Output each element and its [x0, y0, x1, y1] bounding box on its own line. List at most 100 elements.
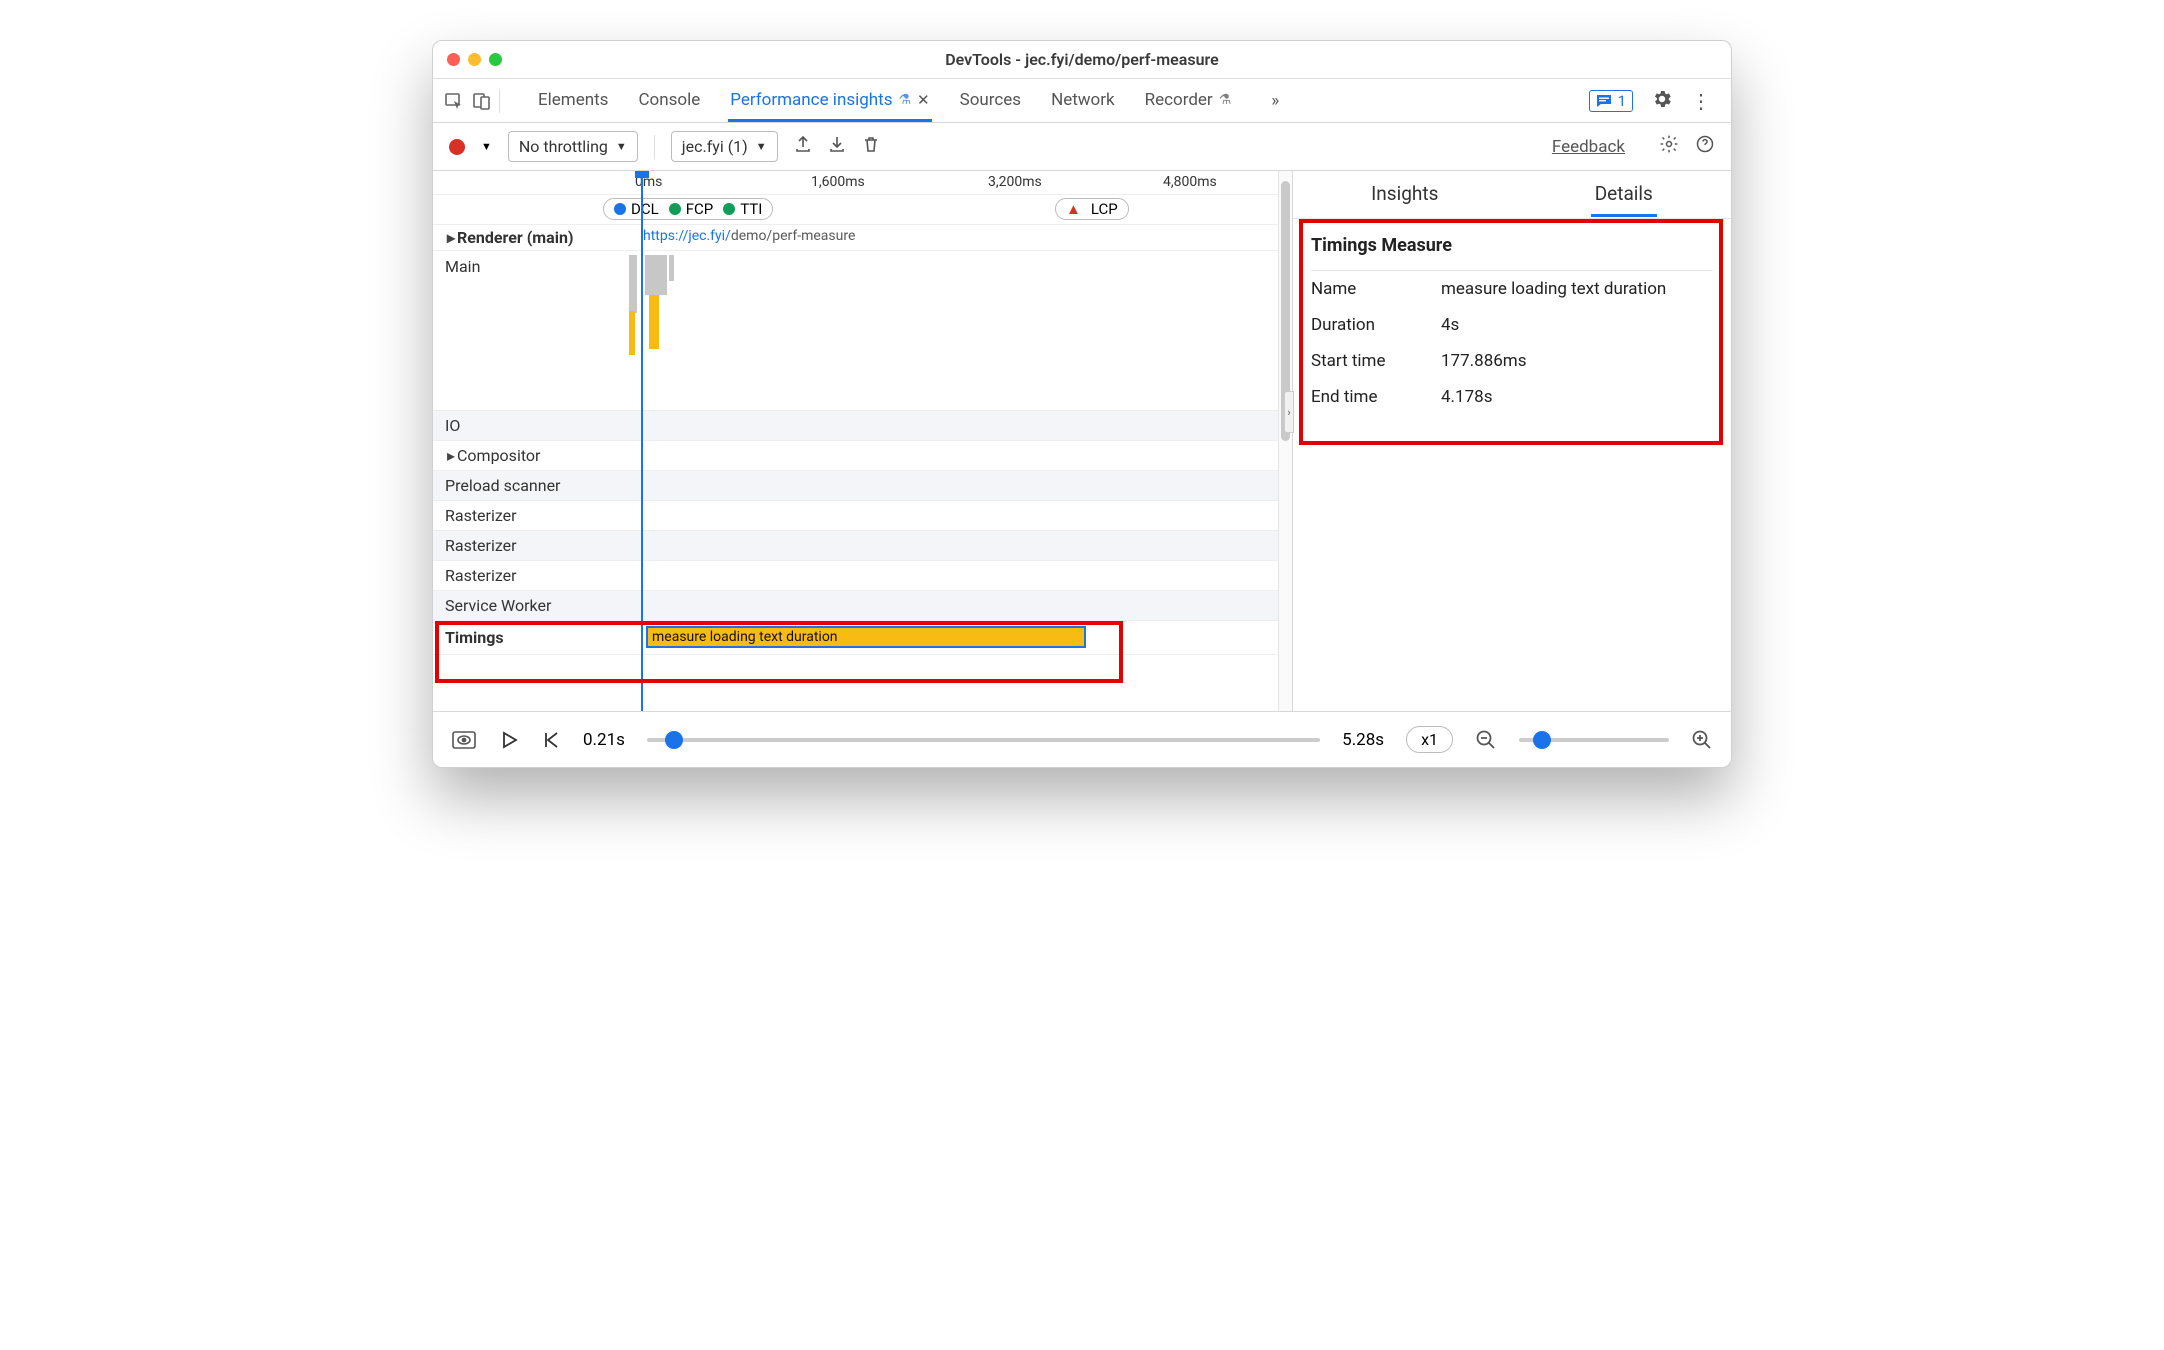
flask-icon: ⚗︎	[898, 92, 911, 108]
track-rasterizer-label: Rasterizer	[433, 536, 517, 555]
collapse-panel-handle[interactable]: ›	[1284, 391, 1294, 433]
tabbar-right: 1 ⋮	[1589, 88, 1721, 114]
main-area: 0ms 1,600ms 3,200ms 4,800ms DCL FCP TTI …	[433, 171, 1731, 711]
track-main-label: Main	[433, 257, 480, 276]
playback-slider[interactable]	[647, 738, 1320, 742]
panel-tabs: Elements Console Performance insights ⚗︎…	[536, 80, 1279, 122]
feedback-link[interactable]: Feedback	[1552, 137, 1625, 157]
zoom-knob[interactable]	[1533, 731, 1551, 749]
delete-icon[interactable]	[862, 135, 880, 158]
detail-key: End time	[1311, 387, 1421, 407]
toggle-overlay-icon[interactable]	[451, 730, 477, 750]
kebab-menu-icon[interactable]: ⋮	[1691, 89, 1711, 113]
issues-count: 1	[1618, 92, 1626, 110]
window-title: DevTools - jec.fyi/demo/perf-measure	[433, 50, 1731, 69]
tab-network[interactable]: Network	[1049, 80, 1117, 122]
zoom-in-icon[interactable]	[1691, 729, 1713, 751]
flask-icon: ⚗︎	[1219, 92, 1232, 108]
tab-recorder-label: Recorder	[1145, 90, 1213, 110]
zoom-slider[interactable]	[1519, 738, 1669, 742]
track-renderer[interactable]: ▸Renderer (main) https://jec.fyi/demo/pe…	[433, 225, 1292, 251]
vertical-scrollbar[interactable]	[1278, 171, 1292, 711]
details-content: Timings Measure Namemeasure loading text…	[1293, 219, 1731, 431]
record-menu-icon[interactable]: ▼	[481, 140, 492, 153]
help-icon[interactable]	[1695, 134, 1715, 159]
markers-pill-dcl-fcp-tti[interactable]: DCL FCP TTI	[603, 198, 773, 220]
ruler-tick: 4,800ms	[1163, 174, 1217, 190]
panel-tabbar: Elements Console Performance insights ⚗︎…	[433, 79, 1731, 123]
track-compositor[interactable]: ▸Compositor	[433, 441, 1292, 471]
time-ruler[interactable]: 0ms 1,600ms 3,200ms 4,800ms	[433, 171, 1292, 195]
track-rasterizer-3[interactable]: Rasterizer	[433, 561, 1292, 591]
expand-icon[interactable]: ▸	[445, 446, 457, 465]
tracks: ▸Renderer (main) https://jec.fyi/demo/pe…	[433, 225, 1292, 655]
issues-badge[interactable]: 1	[1589, 90, 1633, 112]
tab-insights[interactable]: Insights	[1367, 172, 1442, 217]
chat-icon	[1596, 94, 1612, 108]
close-tab-icon[interactable]: ✕	[917, 91, 930, 109]
detail-value: 4s	[1441, 315, 1459, 335]
marker-pill-lcp[interactable]: ▲ LCP	[1055, 198, 1129, 220]
track-preload-label: Preload scanner	[433, 476, 560, 495]
warning-triangle-icon: ▲	[1066, 200, 1081, 218]
details-panel: › Insights Details Timings Measure Namem…	[1293, 171, 1731, 711]
throttling-select[interactable]: No throttling ▼	[508, 131, 638, 162]
detail-value: measure loading text duration	[1441, 279, 1666, 299]
track-main[interactable]: Main	[433, 251, 1292, 411]
tab-sources[interactable]: Sources	[958, 80, 1023, 122]
track-rasterizer-2[interactable]: Rasterizer	[433, 531, 1292, 561]
detail-key: Name	[1311, 279, 1421, 299]
recording-select[interactable]: jec.fyi (1) ▼	[671, 131, 778, 162]
playhead[interactable]	[641, 171, 643, 711]
tab-performance-insights-label: Performance insights	[730, 90, 892, 110]
marker-dcl: DCL	[631, 200, 659, 218]
marker-lcp: LCP	[1091, 200, 1118, 218]
panel-settings-icon[interactable]	[1659, 134, 1679, 159]
playback-start-time: 0.21s	[583, 730, 625, 750]
export-icon[interactable]	[794, 135, 812, 158]
record-button[interactable]	[449, 139, 465, 155]
tab-performance-insights[interactable]: Performance insights ⚗︎ ✕	[728, 80, 931, 122]
track-service-worker-label: Service Worker	[433, 596, 551, 615]
track-service-worker[interactable]: Service Worker	[433, 591, 1292, 621]
insights-toolbar: ▼ No throttling ▼ jec.fyi (1) ▼ Feedback	[433, 123, 1731, 171]
detail-row-end: End time 4.178s	[1311, 379, 1713, 415]
ruler-tick: 3,200ms	[988, 174, 1042, 190]
jump-start-button[interactable]	[541, 730, 561, 750]
inspect-icon[interactable]	[443, 90, 465, 112]
track-rasterizer-1[interactable]: Rasterizer	[433, 501, 1292, 531]
markers-row: DCL FCP TTI ▲ LCP	[433, 195, 1292, 225]
tab-elements[interactable]: Elements	[536, 80, 610, 122]
device-toolbar-icon[interactable]	[471, 90, 493, 112]
playback-speed[interactable]: x1	[1406, 726, 1453, 753]
settings-icon[interactable]	[1651, 88, 1673, 114]
track-io[interactable]: IO	[433, 411, 1292, 441]
track-compositor-label: Compositor	[457, 446, 540, 465]
tab-details[interactable]: Details	[1591, 172, 1657, 217]
detail-key: Start time	[1311, 351, 1421, 371]
import-icon[interactable]	[828, 135, 846, 158]
track-timings-label: Timings	[433, 628, 504, 647]
timeline-panel[interactable]: 0ms 1,600ms 3,200ms 4,800ms DCL FCP TTI …	[433, 171, 1293, 711]
playback-end-time: 5.28s	[1342, 730, 1384, 750]
tab-console[interactable]: Console	[636, 80, 702, 122]
more-tabs-icon[interactable]: »	[1271, 91, 1279, 111]
track-rasterizer-label: Rasterizer	[433, 566, 517, 585]
track-preload[interactable]: Preload scanner	[433, 471, 1292, 501]
collapse-icon[interactable]: ▸	[445, 228, 457, 247]
play-button[interactable]	[499, 730, 519, 750]
track-timings[interactable]: Timings measure loading text duration	[433, 621, 1292, 655]
detail-row-start: Start time177.886ms	[1311, 343, 1713, 379]
devtools-window: DevTools - jec.fyi/demo/perf-measure Ele…	[432, 40, 1732, 768]
playback-knob[interactable]	[665, 731, 683, 749]
chevron-down-icon: ▼	[616, 140, 627, 153]
track-io-label: IO	[433, 416, 460, 435]
detail-value: 4.178s	[1441, 387, 1492, 407]
detail-row-duration: Duration4s	[1311, 307, 1713, 343]
recording-value: jec.fyi (1)	[682, 137, 748, 156]
titlebar: DevTools - jec.fyi/demo/perf-measure	[433, 41, 1731, 79]
ruler-tick: 1,600ms	[811, 174, 865, 190]
tab-recorder[interactable]: Recorder ⚗︎	[1143, 80, 1234, 122]
timings-measure-bar[interactable]: measure loading text duration	[646, 626, 1086, 648]
zoom-out-icon[interactable]	[1475, 729, 1497, 751]
